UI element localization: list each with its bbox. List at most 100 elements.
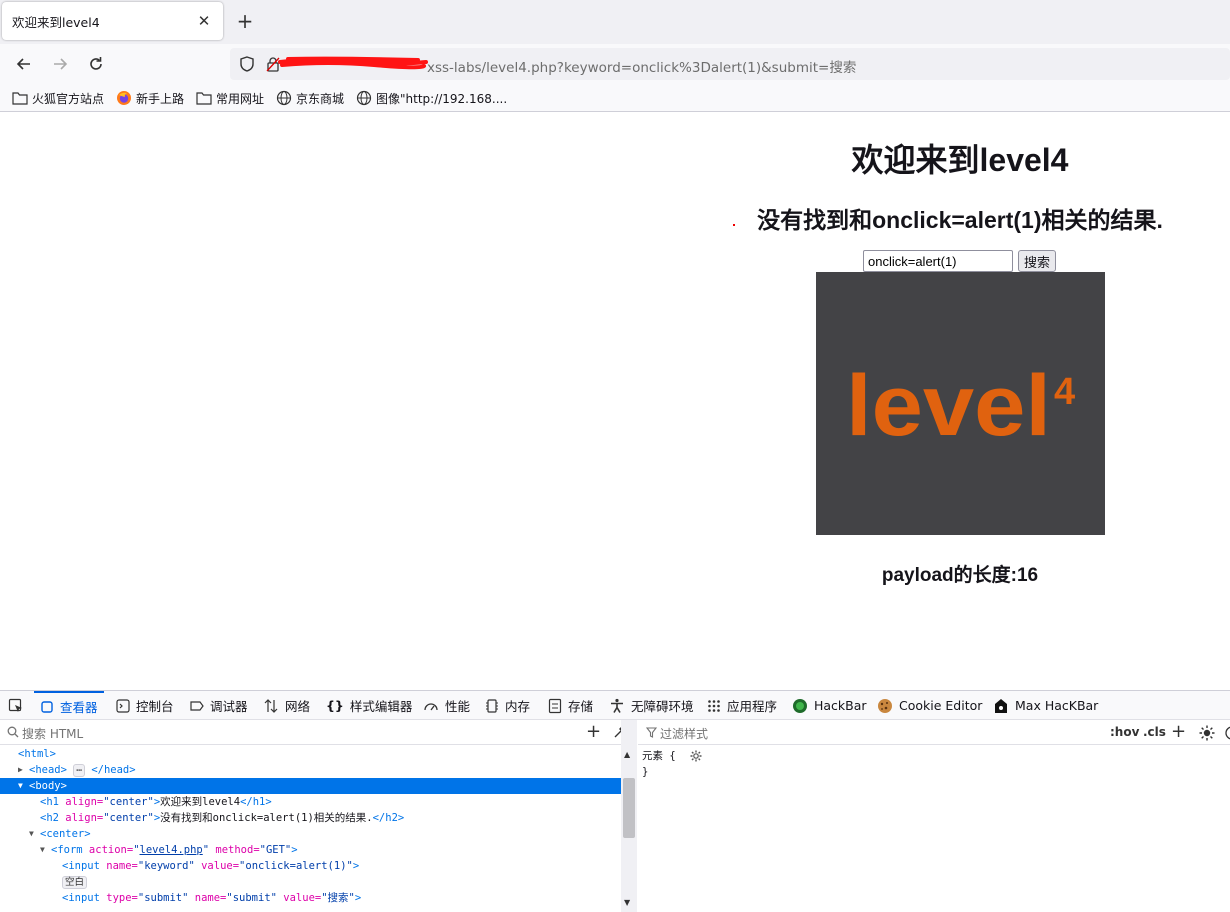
firefox-icon [117,91,131,105]
hackbar-icon [793,698,807,713]
dark-theme-icon[interactable] [1224,725,1230,741]
tree-node-head[interactable]: ▶ <head> ⋯ </head> [0,762,621,778]
inspector-icon [41,700,53,713]
tree-node-body-selected[interactable]: ▼ <body> [0,778,621,794]
tag-text: > [291,844,298,856]
collapse-arrow-icon[interactable]: ▼ [29,826,39,842]
forward-icon[interactable] [48,52,72,76]
tab-debugger[interactable]: 调试器 [190,691,248,720]
bookmark-item[interactable]: 图像"http://192.168.... [356,89,507,107]
html-pane-scrollbar[interactable]: ▲ ▼ [621,720,637,912]
tree-node-html[interactable]: <html> [0,746,621,762]
collapse-arrow-icon[interactable]: ▼ [18,778,28,794]
tag-text: <center> [40,828,91,840]
filter-styles-input[interactable]: 过滤样式 [660,725,708,742]
tab-network[interactable]: 网络 [263,691,310,720]
tab-label: 查看器 [60,700,98,715]
tree-node-input-keyword[interactable]: <input name="keyword" value="onclick=ale… [0,858,621,874]
bookmark-item[interactable]: 常用网址 [196,89,264,107]
cookie-icon [878,698,892,713]
stray-red-dot [733,224,735,226]
tab-storage[interactable]: 存储 [548,691,593,720]
tree-node-form[interactable]: ▼ <form action="level4.php" method="GET"… [0,842,621,858]
new-tab-icon[interactable]: + [234,11,256,33]
html-search-input[interactable]: 搜索 HTML [22,725,83,742]
tag-text: <body> [29,780,67,792]
attr-name: value= [194,860,240,872]
attr-name: type= [99,892,138,904]
tab-performance[interactable]: 性能 [423,691,470,720]
reload-icon[interactable] [84,52,108,76]
tag-text: </head> [91,764,136,776]
add-rule-icon[interactable]: + [1171,721,1186,742]
tab-label: 性能 [445,699,471,714]
form-action-link[interactable]: level4.php [140,844,203,856]
bookmark-label: 火狐官方站点 [32,91,105,106]
tab-style-editor[interactable]: {} 样式编辑器 [326,691,412,720]
scroll-down-icon[interactable]: ▼ [624,898,630,907]
tab-hackbar[interactable]: HackBar [792,691,867,720]
gear-icon[interactable] [690,750,702,762]
html-search-bar[interactable]: 搜索 HTML + [0,720,637,745]
collapsed-badge[interactable]: ⋯ [73,764,85,777]
tree-node-h1[interactable]: <h1 align="center">欢迎来到level4</h1> [0,794,621,810]
element-picker-icon[interactable] [8,691,24,720]
tree-node-whitespace[interactable]: 空白 [0,874,621,890]
debugger-icon [190,700,204,711]
tree-node-center[interactable]: ▼ <center> [0,826,621,842]
keyword-input[interactable] [863,250,1013,272]
tag-text: > [354,892,362,904]
tab-memory[interactable]: 内存 [485,691,530,720]
performance-icon [424,702,438,710]
back-icon[interactable] [12,52,36,76]
bookmark-item[interactable]: 京东商城 [276,89,344,107]
tree-node-input-submit[interactable]: <input type="submit" name="submit" value… [0,890,621,906]
whitespace-badge[interactable]: 空白 [62,876,88,889]
dom-tree: <html> ▶ <head> ⋯ </head> ▼ <body> <h1 a… [0,745,621,912]
rule-selector: 元素 { [642,750,676,762]
web-page: 欢迎来到level4 没有找到和onclick=alert(1)相关的结果. 搜… [0,113,1230,690]
bookmark-label: 图像"http://192.168.... [376,91,508,106]
attr-value: "submit" [137,892,189,904]
css-rules-pane: 过滤样式 :hov .cls + 元素 { } [638,720,1230,912]
tab-label: Cookie Editor [899,698,983,713]
tracking-protection-shield-icon[interactable] [238,55,256,73]
close-tab-icon[interactable]: ✕ [195,12,213,30]
tab-label: 样式编辑器 [349,699,413,714]
search-submit-button[interactable]: 搜索 [1018,250,1056,272]
logo-text: level [846,358,1051,454]
application-icon [708,699,720,712]
tab-label: 网络 [285,699,311,714]
node-text: 欢迎来到level4 [160,796,241,808]
tree-node-h2[interactable]: <h2 align="center">没有找到和onclick=alert(1)… [0,810,621,826]
tab-accessibility[interactable]: 无障碍环境 [609,691,694,720]
expand-arrow-icon[interactable]: ▶ [18,762,28,778]
folder-icon [196,92,212,105]
folder-icon [12,92,28,105]
browser-tab[interactable]: 欢迎来到level4 ✕ [2,2,223,40]
globe-icon [356,90,372,106]
tag-text: <h2 [40,812,59,824]
attr-value: "submit" [226,892,277,904]
attr-name: align= [58,812,104,824]
cls-toggle[interactable]: .cls [1143,725,1166,739]
tab-cookie-editor[interactable]: Cookie Editor [877,691,982,720]
tab-application[interactable]: 应用程序 [707,691,777,720]
tab-inspector[interactable]: 查看器 [34,691,104,720]
rule-close-brace: } [642,766,649,778]
scroll-thumb[interactable] [623,778,635,838]
light-theme-sun-icon[interactable] [1199,725,1215,741]
logo-superscript: 4 [1054,371,1075,413]
bookmark-item[interactable]: 火狐官方站点 [12,89,104,107]
url-bar[interactable]: xss-labs/level4.php?keyword=onclick%3Dal… [230,48,1230,80]
add-node-icon[interactable]: + [586,721,601,742]
attr-name: method= [209,844,260,856]
collapse-arrow-icon[interactable]: ▼ [40,842,50,858]
bookmark-item[interactable]: 新手上路 [116,89,184,107]
hov-toggle[interactable]: :hov [1110,725,1139,739]
tab-console[interactable]: 控制台 [116,691,174,720]
attr-value: "GET" [259,844,292,856]
tab-label: 存储 [568,699,594,714]
scroll-up-icon[interactable]: ▲ [624,750,630,759]
tab-max-hackbar[interactable]: Max HacKBar [993,691,1098,720]
